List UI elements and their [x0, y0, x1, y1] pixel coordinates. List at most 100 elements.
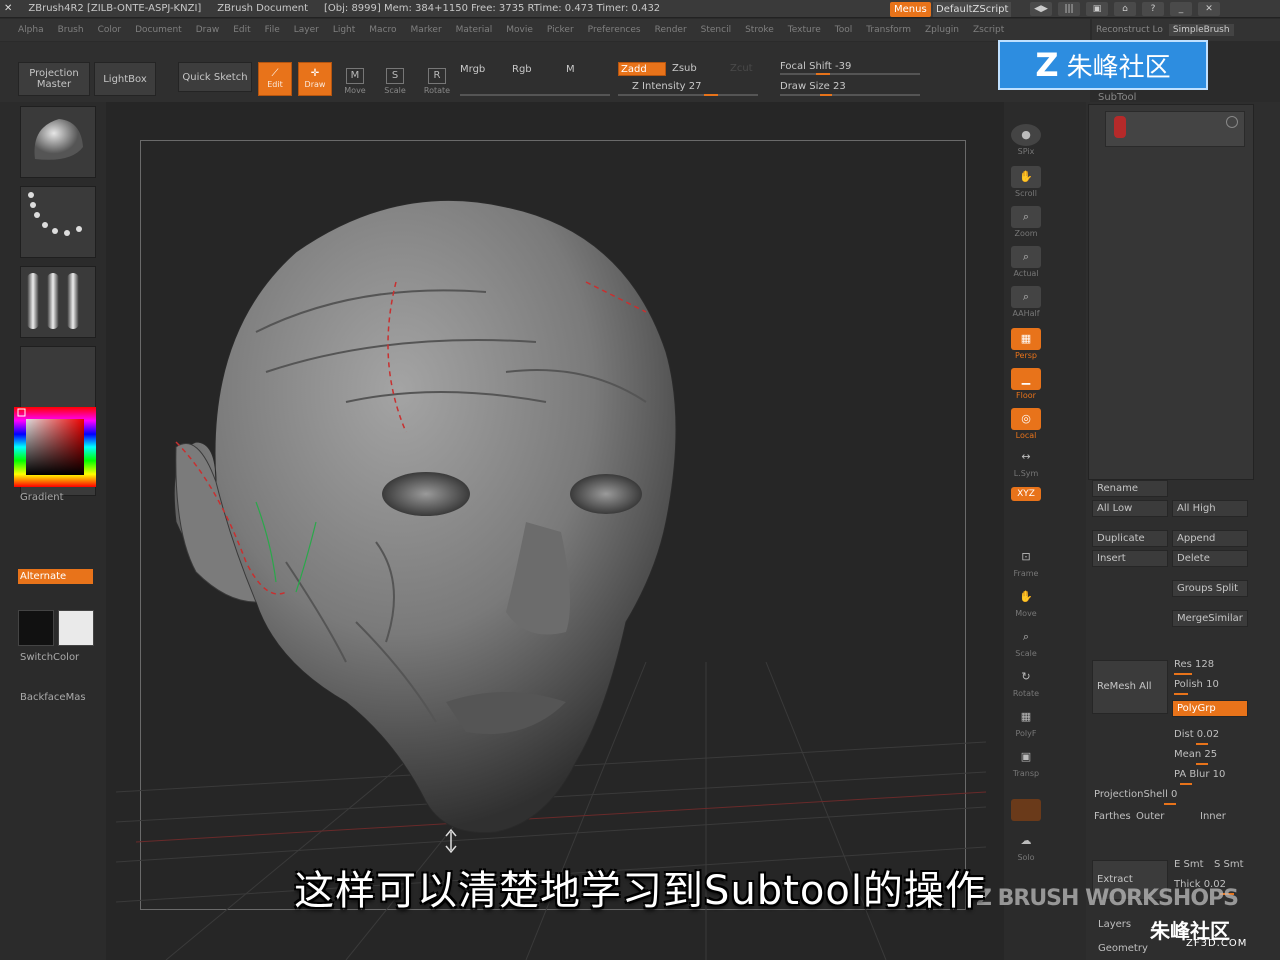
backfacemask-button[interactable]: BackfaceMas [20, 692, 86, 703]
sculpt-viewport[interactable] [106, 102, 1004, 960]
res-slider[interactable]: Res 128 [1174, 659, 1214, 670]
menu-item[interactable]: Draw [196, 25, 220, 35]
menu-item[interactable]: Macro [369, 25, 396, 35]
rotate-view-button[interactable]: ↻ Rotate [1008, 662, 1044, 698]
menus-button[interactable]: Menus [890, 2, 931, 17]
menu-item[interactable]: Picker [547, 25, 574, 35]
menu-item[interactable]: Brush [58, 25, 84, 35]
persp-button[interactable]: ▦ Persp [1008, 324, 1044, 360]
pa-blur-slider[interactable]: PA Blur 10 [1174, 769, 1225, 780]
stroke-thumbnail[interactable] [20, 186, 96, 258]
m-button[interactable]: M [566, 64, 575, 75]
lightbox-button[interactable]: LightBox [94, 62, 156, 96]
menu-item[interactable]: Stencil [701, 25, 731, 35]
farthest-button[interactable]: Farthes [1094, 811, 1131, 822]
duplicate-button[interactable]: Duplicate [1092, 530, 1168, 547]
remesh-all-button[interactable]: ReMesh All [1092, 660, 1168, 714]
rgb-intensity-slider[interactable] [460, 94, 610, 96]
mean-slider[interactable]: Mean 25 [1174, 749, 1217, 760]
mrgb-button[interactable]: Mrgb [460, 64, 485, 75]
primary-color-swatch[interactable] [18, 610, 54, 646]
menu-item[interactable]: Transform [866, 25, 911, 35]
menu-item[interactable]: Texture [788, 25, 821, 35]
scroll-button[interactable]: ✋ Scroll [1008, 162, 1044, 198]
close-icon[interactable]: ✕ [1198, 2, 1220, 16]
focal-shift-track[interactable] [780, 73, 920, 75]
all-high-button[interactable]: All High [1172, 500, 1248, 517]
insert-button[interactable]: Insert [1092, 550, 1168, 567]
menu-item[interactable]: Edit [233, 25, 250, 35]
color-picker[interactable] [14, 407, 96, 487]
menu-item[interactable]: Movie [506, 25, 533, 35]
menu-item[interactable]: Light [333, 25, 355, 35]
palette-icon[interactable]: ▣ [1086, 2, 1108, 16]
actual-button[interactable]: ⌕ Actual [1008, 242, 1044, 278]
append-button[interactable]: Append [1172, 530, 1248, 547]
menu-item[interactable]: Preferences [588, 25, 641, 35]
secondary-color-swatch[interactable] [58, 610, 94, 646]
menu-item[interactable]: Tool [835, 25, 852, 35]
inner-button[interactable]: Inner [1200, 811, 1226, 822]
zcut-button[interactable]: Zcut [730, 63, 753, 74]
draw-button[interactable]: ✛ Draw [298, 62, 332, 96]
projection-shell-slider[interactable]: ProjectionShell 0 [1094, 789, 1177, 800]
draw-size-track[interactable] [780, 94, 920, 96]
alpha-thumbnail[interactable] [20, 266, 96, 338]
help-icon[interactable]: ? [1142, 2, 1164, 16]
menu-item[interactable]: Material [456, 25, 493, 35]
frame-button[interactable]: ⊡ Frame [1008, 542, 1044, 578]
scale-view-button[interactable]: ⌕ Scale [1008, 622, 1044, 658]
transp-button[interactable]: ▣ Transp [1008, 742, 1044, 778]
subtool-item[interactable] [1105, 111, 1245, 147]
edit-button[interactable]: ⟋ Edit [258, 62, 292, 96]
polyf-button[interactable]: ▦ PolyF [1008, 702, 1044, 738]
default-zscript-button[interactable]: DefaultZScript [933, 2, 1012, 17]
quick-sketch-button[interactable]: Quick Sketch [178, 62, 252, 92]
menu-item[interactable]: Zplugin [925, 25, 959, 35]
menu-item[interactable]: Stroke [745, 25, 774, 35]
scale-button[interactable]: S Scale [378, 64, 412, 98]
local-button[interactable]: ◎ Local [1008, 404, 1044, 440]
projection-master-button[interactable]: Projection Master [18, 62, 90, 96]
columns-icon[interactable]: ||| [1058, 2, 1080, 16]
rename-button[interactable]: Rename [1092, 480, 1168, 497]
dist-slider[interactable]: Dist 0.02 [1174, 729, 1219, 740]
alternate-button[interactable]: Alternate [18, 569, 93, 584]
gradient-label[interactable]: Gradient [20, 492, 64, 503]
menu-item[interactable]: Marker [411, 25, 442, 35]
layout-icon[interactable]: ◀▶ [1030, 2, 1052, 16]
menu-item[interactable]: File [265, 25, 280, 35]
reconstruct-label[interactable]: Reconstruct Lo [1096, 25, 1163, 35]
merge-similar-button[interactable]: MergeSimilar [1172, 610, 1248, 627]
save-icon[interactable]: ⌂ [1114, 2, 1136, 16]
all-low-button[interactable]: All Low [1092, 500, 1168, 517]
z-intensity-track[interactable] [618, 94, 758, 96]
minimize-icon[interactable]: _ [1170, 2, 1192, 16]
zadd-button[interactable]: Zadd [618, 62, 666, 76]
zoom-button[interactable]: ⌕ Zoom [1008, 202, 1044, 238]
menu-item[interactable]: Zscript [973, 25, 1004, 35]
solo-button[interactable]: ☁ Solo [1008, 826, 1044, 862]
xyz-button[interactable]: XYZ [1008, 480, 1044, 502]
lsym-button[interactable]: ↔ L.Sym [1008, 442, 1044, 478]
sculpted-head-model[interactable] [173, 199, 677, 834]
zsub-button[interactable]: Zsub [672, 63, 697, 74]
visibility-eye-icon[interactable] [1226, 116, 1238, 128]
layers-section[interactable]: Layers [1098, 919, 1131, 930]
bpr-button[interactable]: ● SPix [1008, 108, 1044, 156]
subtool-header[interactable]: SubTool [1098, 92, 1136, 103]
aahalf-button[interactable]: ⌕ AAHalf [1008, 282, 1044, 318]
menu-item[interactable]: Layer [294, 25, 319, 35]
menu-item[interactable]: Render [655, 25, 687, 35]
menu-item[interactable]: Color [98, 25, 122, 35]
switchcolor-button[interactable]: SwitchColor [20, 652, 79, 663]
brush-thumbnail[interactable] [20, 106, 96, 178]
polish-slider[interactable]: Polish 10 [1174, 679, 1219, 690]
rotate-button[interactable]: R Rotate [420, 64, 454, 98]
geometry-section[interactable]: Geometry [1098, 943, 1148, 954]
move-view-button[interactable]: ✋ Move [1008, 582, 1044, 618]
ghost-button[interactable] [1008, 786, 1044, 822]
menu-item[interactable]: Alpha [18, 25, 44, 35]
simple-brush-button[interactable]: SimpleBrush [1168, 24, 1234, 36]
subtool-list[interactable] [1088, 104, 1254, 480]
